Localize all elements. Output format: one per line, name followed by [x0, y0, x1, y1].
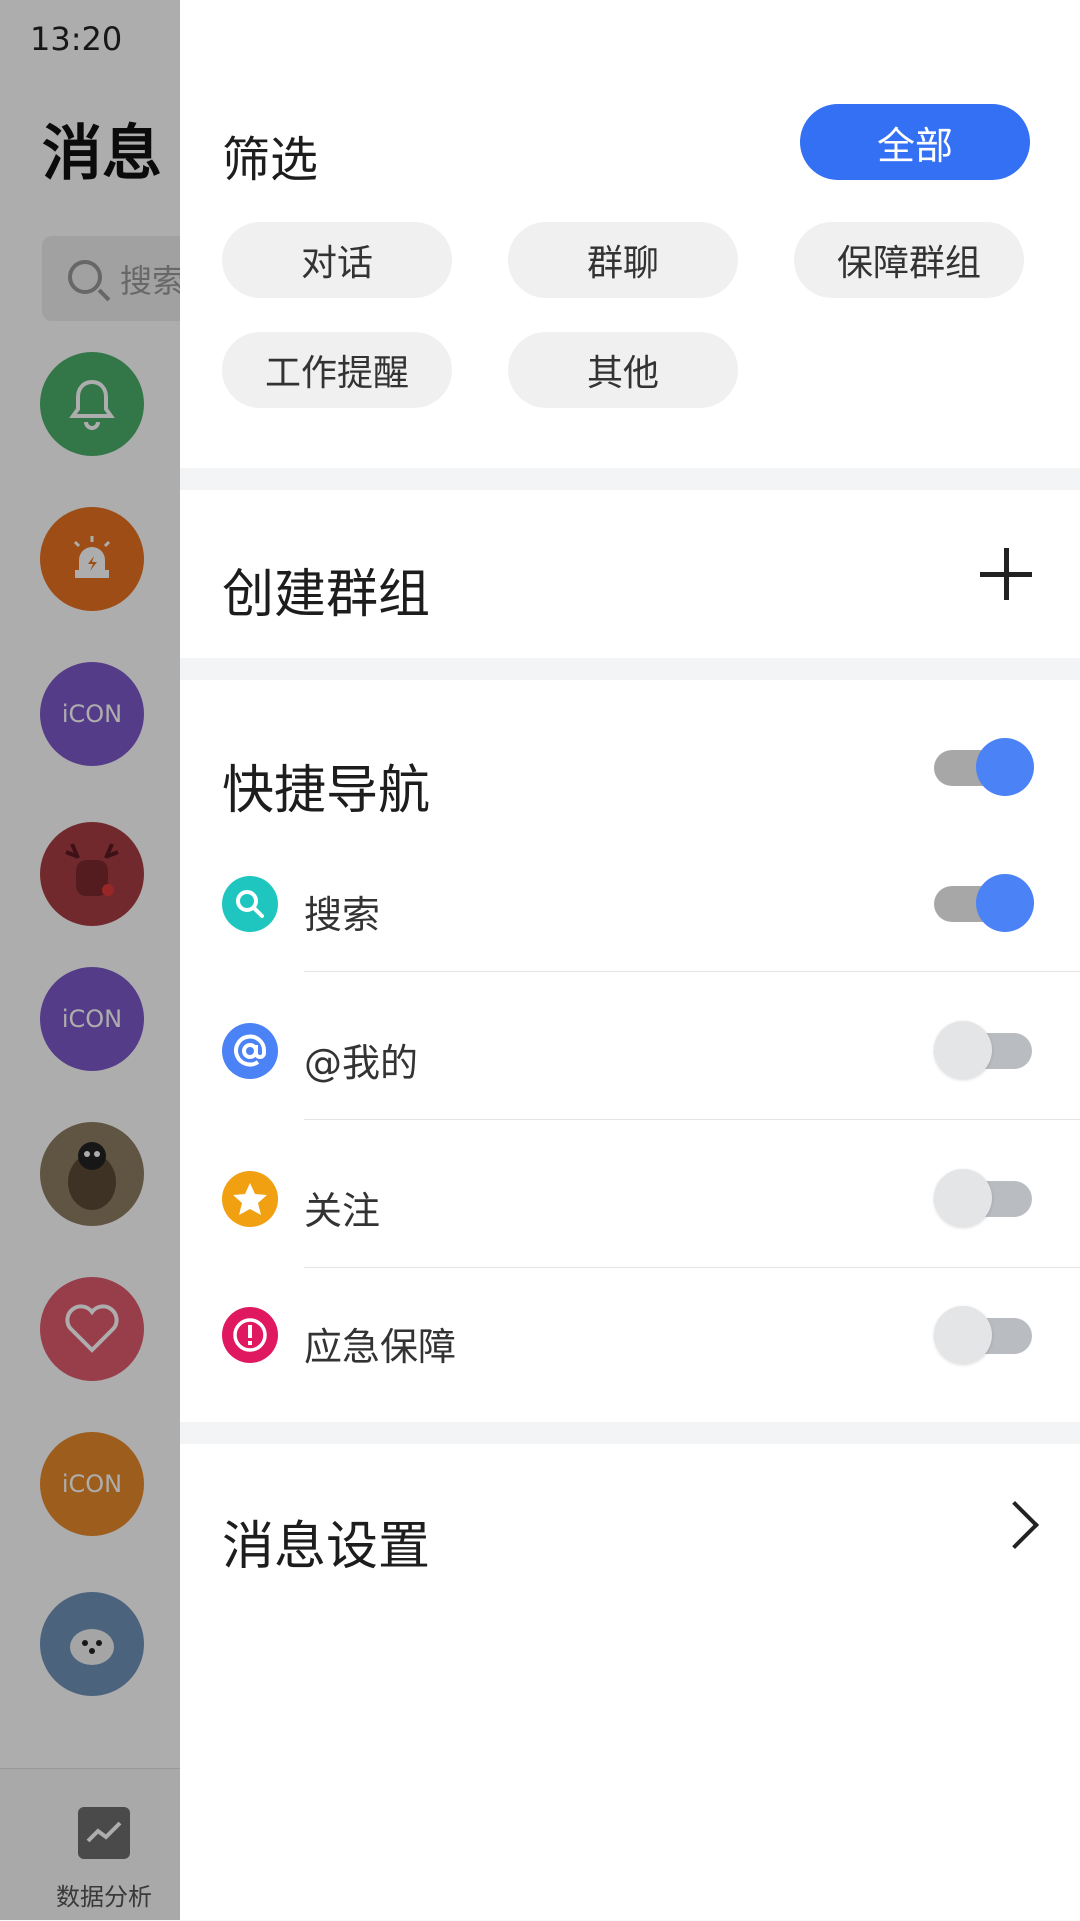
toggle-knob: [934, 1306, 992, 1364]
toggle-search[interactable]: [934, 874, 1034, 932]
toggle-knob: [976, 874, 1034, 932]
filter-title: 筛选: [222, 132, 319, 188]
alert-icon: [222, 1307, 278, 1363]
nav-label-follow: 关注: [304, 1189, 381, 1233]
filter-drawer: 筛选 全部 对话 群聊 保障群组 工作提醒 其他 创建群组 快捷导航 搜索 @我…: [180, 0, 1080, 1920]
filter-chip-support-group[interactable]: 保障群组: [794, 222, 1024, 298]
nav-label-emergency: 应急保障: [304, 1325, 457, 1369]
toggle-knob: [934, 1021, 992, 1079]
filter-all-button[interactable]: 全部: [800, 104, 1030, 180]
chevron-right-icon[interactable]: [990, 1500, 1040, 1550]
toggle-emergency[interactable]: [934, 1306, 1032, 1364]
nav-label-search: 搜索: [304, 893, 381, 937]
star-icon: [222, 1171, 278, 1227]
filter-chip-conversation[interactable]: 对话: [222, 222, 452, 298]
toggle-knob: [976, 738, 1034, 796]
filter-chip-work-reminder[interactable]: 工作提醒: [222, 332, 452, 408]
quick-nav-title: 快捷导航: [222, 761, 431, 821]
row-divider: [304, 971, 1080, 972]
section-divider: [180, 658, 1080, 680]
row-divider: [304, 1119, 1080, 1120]
section-divider: [180, 1422, 1080, 1444]
filter-chip-other[interactable]: 其他: [508, 332, 738, 408]
toggle-at-mine[interactable]: [934, 1021, 1032, 1079]
filter-chip-group-chat[interactable]: 群聊: [508, 222, 738, 298]
toggle-follow[interactable]: [934, 1169, 1032, 1227]
toggle-knob: [934, 1169, 992, 1227]
at-icon: [222, 1023, 278, 1079]
section-divider: [180, 468, 1080, 490]
message-settings-label[interactable]: 消息设置: [222, 1504, 430, 1579]
search-icon: [222, 876, 278, 932]
row-divider: [304, 1267, 1080, 1268]
nav-label-at-mine: @我的: [304, 1041, 419, 1085]
create-group-label[interactable]: 创建群组: [222, 552, 430, 627]
plus-icon[interactable]: [980, 548, 1032, 600]
quick-nav-toggle[interactable]: [934, 738, 1034, 796]
